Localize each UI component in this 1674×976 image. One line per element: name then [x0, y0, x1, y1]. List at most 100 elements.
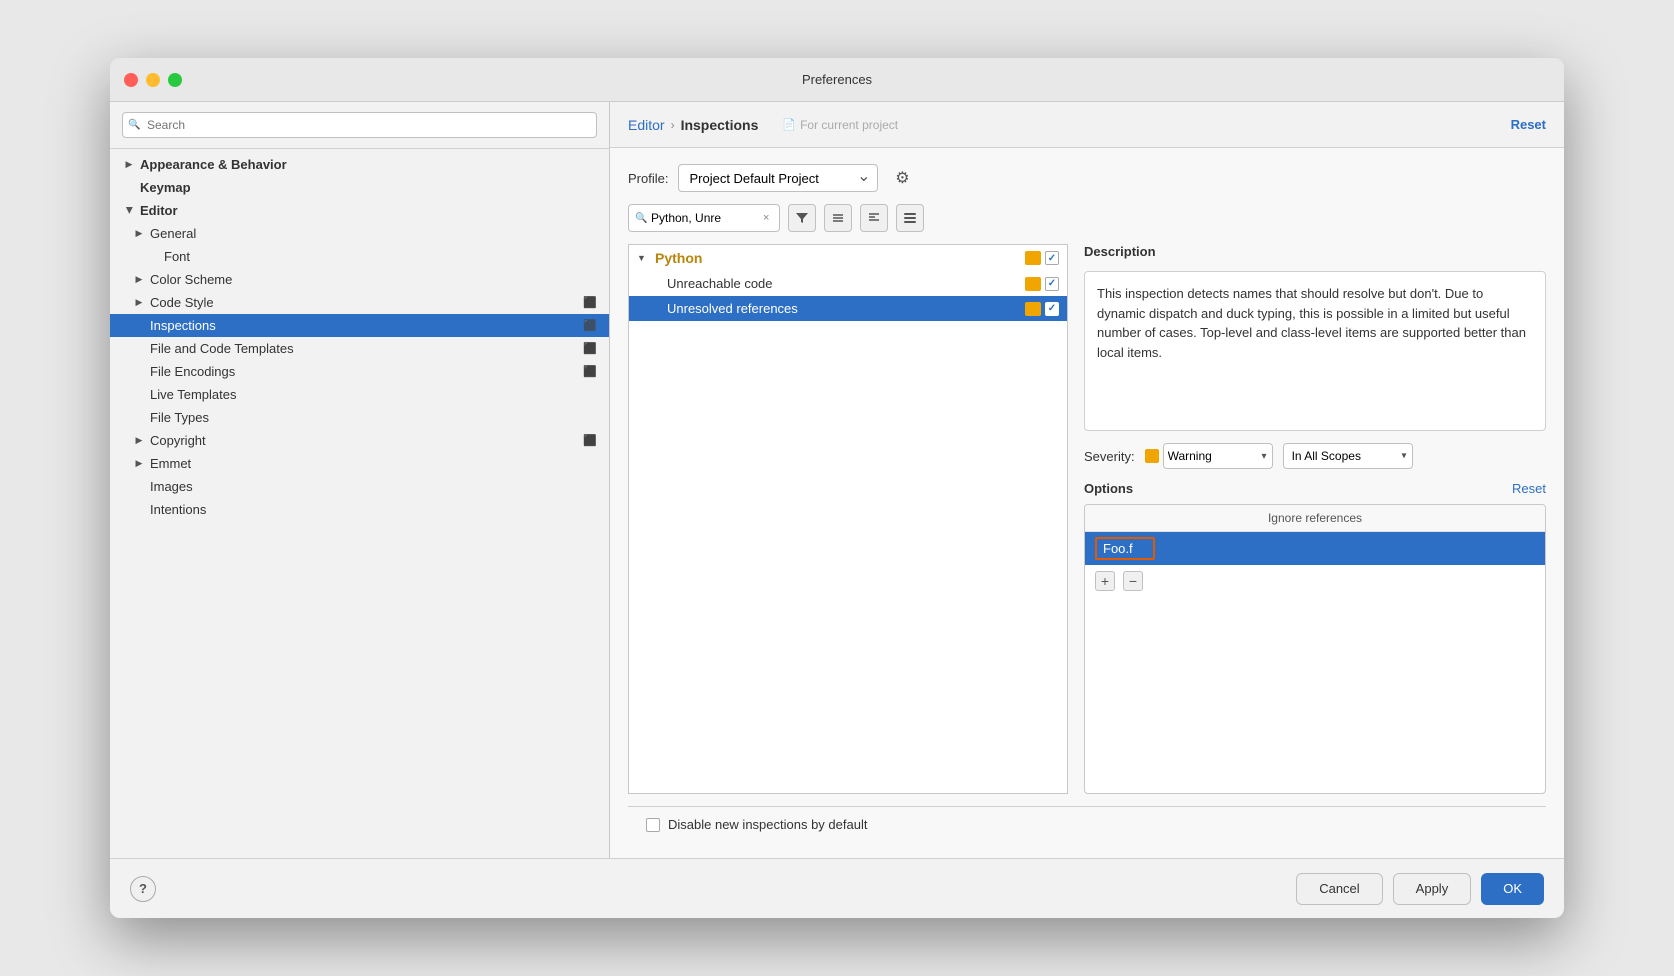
collapse-arrow-icon: [132, 434, 146, 448]
preferences-window: Preferences Appearance & Behavior Keymap: [110, 58, 1564, 918]
minimize-button[interactable]: [146, 73, 160, 87]
sidebar-item-general[interactable]: General: [110, 222, 609, 245]
sidebar-item-inspections[interactable]: Inspections ⬛: [110, 314, 609, 337]
collapse-arrow-icon: [132, 457, 146, 471]
disable-new-inspections-checkbox[interactable]: [646, 818, 660, 832]
window-controls: [124, 73, 182, 87]
sidebar-item-label: Keymap: [140, 180, 191, 195]
sidebar-item-code-style[interactable]: Code Style ⬛: [110, 291, 609, 314]
filter-clear-button[interactable]: ×: [761, 210, 771, 226]
inspection-tree: Python Unreachable code: [628, 244, 1068, 794]
severity-select-wrap: Warning Error Info ▾: [1145, 443, 1273, 469]
expand-arrow-icon: [637, 253, 649, 263]
description-text: This inspection detects names that shoul…: [1084, 271, 1546, 431]
severity-select[interactable]: Warning Error Info: [1163, 443, 1273, 469]
filter-input-wrap: ×: [628, 204, 780, 232]
profile-label: Profile:: [628, 171, 668, 186]
breadcrumb-separator: ›: [671, 118, 675, 132]
sidebar-item-label: Images: [150, 479, 193, 494]
header-reset-button[interactable]: Reset: [1511, 117, 1546, 132]
scope-select[interactable]: In All Scopes: [1283, 443, 1413, 469]
profile-select-wrapper: Project Default Project: [678, 164, 878, 192]
leaf-icon: [132, 503, 146, 517]
collapse-all-button[interactable]: [860, 204, 888, 232]
sidebar-tree: Appearance & Behavior Keymap Editor Gene…: [110, 149, 609, 858]
sidebar-item-emmet[interactable]: Emmet: [110, 452, 609, 475]
sidebar-item-label: Inspections: [150, 318, 216, 333]
sidebar-item-file-code-templates[interactable]: File and Code Templates ⬛: [110, 337, 609, 360]
badge-icon: ⬛: [583, 342, 597, 355]
sidebar-item-label: Color Scheme: [150, 272, 232, 287]
badge-icon: ⬛: [583, 365, 597, 378]
ok-button[interactable]: OK: [1481, 873, 1544, 905]
sidebar-item-appearance[interactable]: Appearance & Behavior: [110, 153, 609, 176]
sidebar-item-file-encodings[interactable]: File Encodings ⬛: [110, 360, 609, 383]
add-item-button[interactable]: +: [1095, 571, 1115, 591]
inspection-python-group[interactable]: Python: [629, 245, 1067, 271]
breadcrumb-editor-link[interactable]: Editor: [628, 117, 665, 133]
project-label: For current project: [782, 118, 898, 132]
close-button[interactable]: [124, 73, 138, 87]
profile-select[interactable]: Project Default Project: [678, 164, 878, 192]
leaf-icon: [132, 388, 146, 402]
sidebar-item-label: File and Code Templates: [150, 341, 294, 356]
sidebar-item-keymap[interactable]: Keymap: [110, 176, 609, 199]
severity-color-icon: [1025, 251, 1041, 265]
options-section: Options Reset Ignore references +: [1084, 481, 1546, 794]
inspections-area: Python Unreachable code: [628, 244, 1546, 794]
collapse-arrow-icon: [132, 273, 146, 287]
options-reset-button[interactable]: Reset: [1512, 481, 1546, 496]
filter-funnel-button[interactable]: [788, 204, 816, 232]
inspection-unresolved-references[interactable]: Unresolved references: [629, 296, 1067, 321]
gear-icon[interactable]: ⚙: [888, 164, 916, 192]
sidebar-search-input[interactable]: [122, 112, 597, 138]
sidebar-item-label: Appearance & Behavior: [140, 157, 287, 172]
action-buttons: Cancel Apply OK: [1296, 873, 1544, 905]
inspection-group-label: Python: [655, 250, 702, 266]
options-header: Options Reset: [1084, 481, 1546, 496]
expand-all-button[interactable]: [824, 204, 852, 232]
search-wrapper: [122, 112, 597, 138]
sidebar-item-intentions[interactable]: Intentions: [110, 498, 609, 521]
cancel-button[interactable]: Cancel: [1296, 873, 1382, 905]
breadcrumb-current: Inspections: [681, 117, 759, 133]
help-button[interactable]: ?: [130, 876, 156, 902]
window-title: Preferences: [802, 72, 872, 87]
remove-item-button[interactable]: −: [1123, 571, 1143, 591]
sidebar-item-font[interactable]: Font: [110, 245, 609, 268]
sidebar-item-copyright[interactable]: Copyright ⬛: [110, 429, 609, 452]
sidebar-item-label: Editor: [140, 203, 178, 218]
sidebar: Appearance & Behavior Keymap Editor Gene…: [110, 102, 610, 858]
filter-input[interactable]: [651, 211, 761, 225]
sidebar-item-images[interactable]: Images: [110, 475, 609, 498]
titlebar: Preferences: [110, 58, 1564, 102]
breadcrumb: Editor › Inspections: [628, 117, 758, 133]
inspection-item-checkbox[interactable]: [1045, 277, 1059, 291]
options-button[interactable]: [896, 204, 924, 232]
inspection-item-label: Unreachable code: [667, 276, 773, 291]
maximize-button[interactable]: [168, 73, 182, 87]
apply-button[interactable]: Apply: [1393, 873, 1472, 905]
panel-body: Profile: Project Default Project ⚙ ×: [610, 148, 1564, 858]
ignore-reference-input[interactable]: [1095, 537, 1155, 560]
inspection-group-checkbox[interactable]: [1045, 251, 1059, 265]
sidebar-item-color-scheme[interactable]: Color Scheme: [110, 268, 609, 291]
sidebar-item-live-templates[interactable]: Live Templates: [110, 383, 609, 406]
sidebar-item-label: Intentions: [150, 502, 206, 517]
sidebar-item-editor[interactable]: Editor: [110, 199, 609, 222]
badge-icon: ⬛: [583, 296, 597, 309]
filter-row: ×: [628, 204, 1546, 232]
inspection-unreachable-code[interactable]: Unreachable code: [629, 271, 1067, 296]
options-title: Options: [1084, 481, 1133, 496]
options-table-row[interactable]: [1085, 532, 1545, 565]
sidebar-item-label: Font: [164, 249, 190, 264]
inspection-item-checkbox[interactable]: [1045, 302, 1059, 316]
sidebar-item-file-types[interactable]: File Types: [110, 406, 609, 429]
severity-color-icon: [1025, 302, 1041, 316]
right-panel: Editor › Inspections For current project…: [610, 102, 1564, 858]
sidebar-item-label: Emmet: [150, 456, 191, 471]
sidebar-search-area: [110, 102, 609, 149]
add-remove-row: + −: [1085, 565, 1545, 597]
panel-footer: Disable new inspections by default: [628, 806, 1546, 842]
leaf-icon: [132, 319, 146, 333]
